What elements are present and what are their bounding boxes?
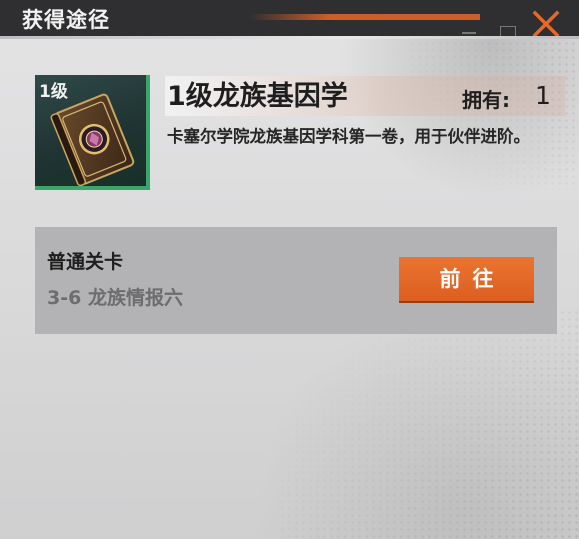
header-accent-bar [250,14,480,20]
panel-header: 获得途径 [0,0,579,38]
halftone-decoration [279,309,579,539]
owned-label: 拥有: [462,88,510,112]
source-row: 普通关卡 3-6 龙族情报六 前往 [35,227,557,334]
owned-count: 1 [535,81,551,110]
go-button[interactable]: 前往 [399,257,534,301]
source-category: 普通关卡 [47,251,124,273]
minimize-icon [462,26,476,34]
header-divider [0,36,579,39]
book-icon [50,93,135,186]
item-name: 1级龙族基因学 [167,81,348,112]
item-description: 卡塞尔学院龙族基因学科第一卷，用于伙伴进阶。 [167,127,530,146]
item-icon-frame: 1级 [35,75,150,190]
source-stage: 3-6 龙族情报六 [47,287,183,309]
panel-title: 获得途径 [22,8,110,32]
item-level-badge: 1级 [39,82,68,102]
acquisition-panel: 获得途径 1级 1级龙族基因学 拥有: 1 卡塞尔学院龙族基因学科第一卷，用于伙… [0,0,579,539]
